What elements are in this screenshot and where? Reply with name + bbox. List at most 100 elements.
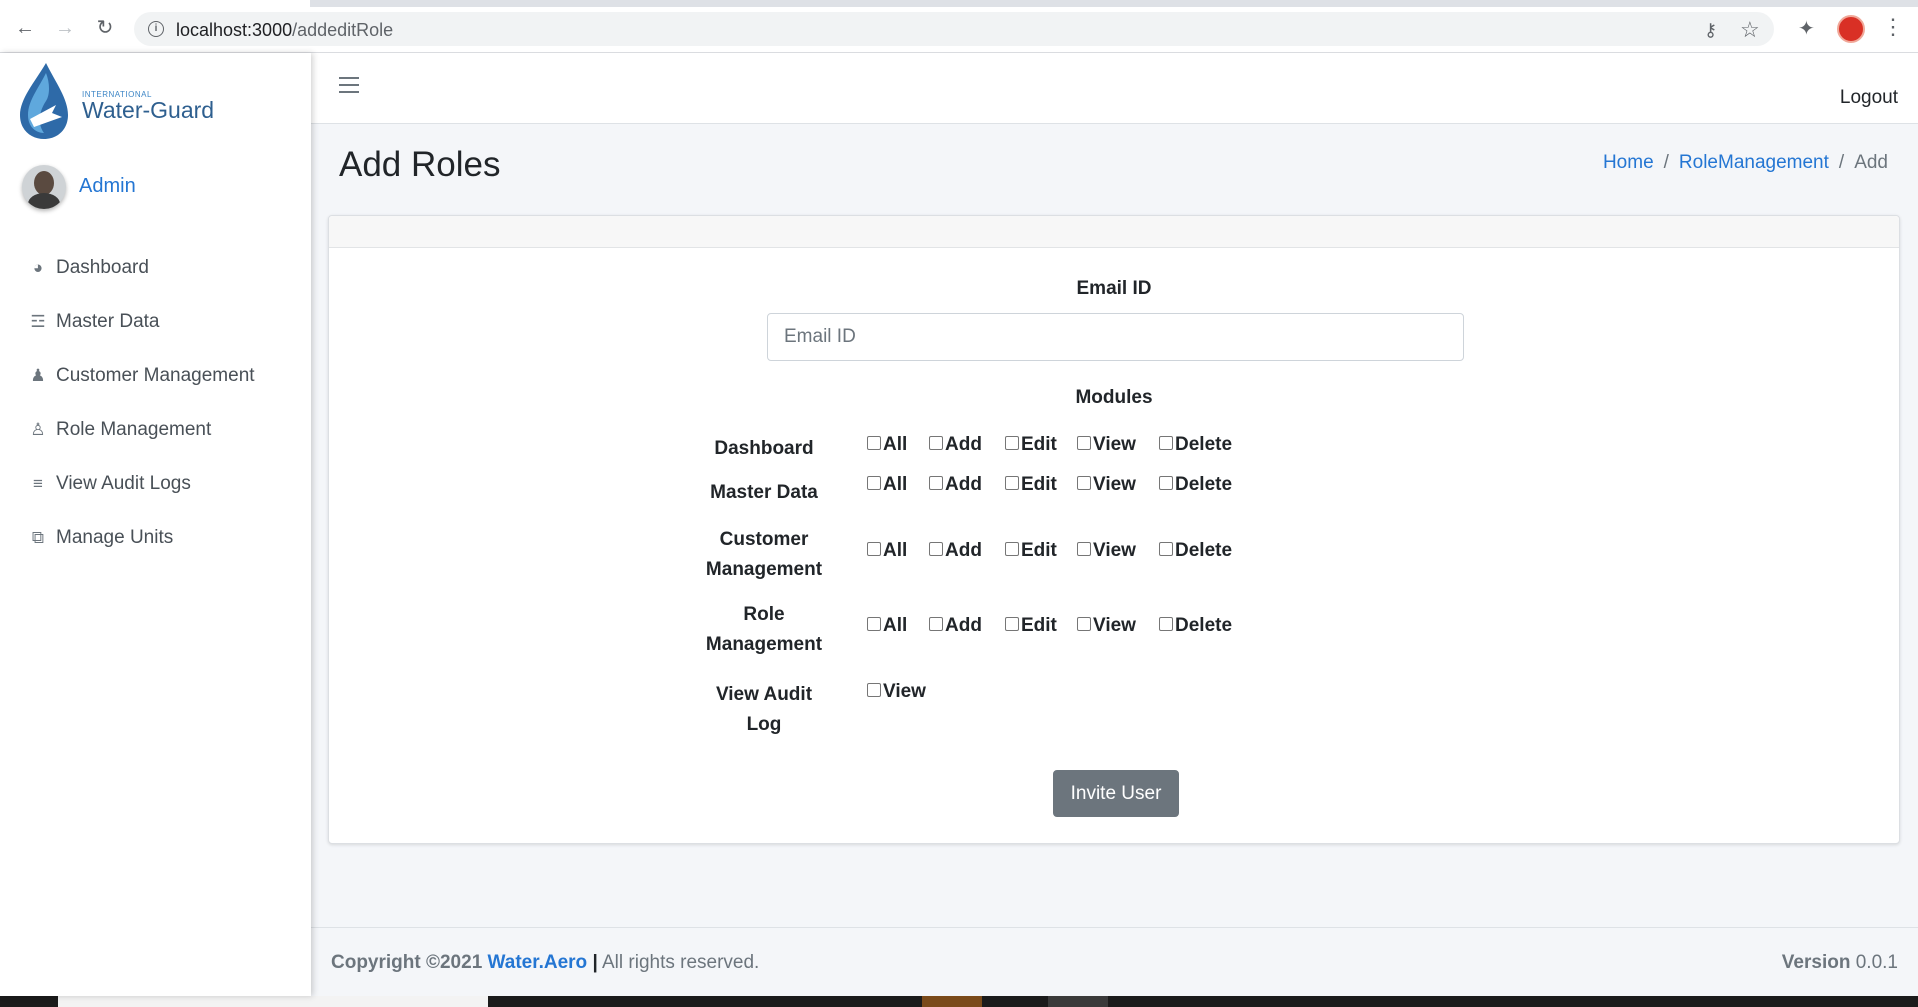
version-value: 0.0.1 [1855,952,1898,973]
checkbox[interactable] [867,617,881,631]
list-icon: ≡ [33,474,43,493]
checkbox[interactable] [1159,542,1173,556]
key-icon[interactable]: ⚷ [1704,20,1717,41]
module-name: Master Data [689,478,839,508]
extensions-puzzle-icon[interactable]: ✦ [1798,16,1815,41]
checkbox-view[interactable]: View [867,681,949,703]
sidebar-item-master-data[interactable]: ☲ Master Data [26,307,159,337]
checkbox-delete[interactable]: Delete [1159,615,1249,637]
checkbox[interactable] [1077,617,1091,631]
bookmark-star-icon[interactable]: ☆ [1740,17,1760,43]
main-header: Logout [311,53,1918,124]
checkbox[interactable] [1077,476,1091,490]
active-tab[interactable] [0,0,310,7]
checkbox-label: Delete [1175,434,1233,455]
hamburger-menu-icon[interactable] [339,77,359,93]
version-info: Version 0.0.1 [1782,952,1898,974]
checkbox-edit[interactable]: Edit [1005,540,1077,562]
sidebar-item-dashboard[interactable]: ◕ Dashboard [26,253,149,283]
checkbox-label: Delete [1175,615,1233,636]
browser-menu-icon[interactable]: ⋮ [1882,14,1904,40]
checkbox-add[interactable]: Add [929,615,1005,637]
back-arrow-icon[interactable]: ← [13,16,37,40]
forward-arrow-icon[interactable]: → [53,16,77,40]
profile-avatar-icon[interactable] [1837,15,1865,43]
checkbox-edit[interactable]: Edit [1005,615,1077,637]
sidebar-item-label: View Audit Logs [56,473,191,494]
checkbox[interactable] [867,476,881,490]
brand-name: Water-Guard [82,97,215,123]
checkbox-all[interactable]: All [867,474,929,496]
checkbox-edit[interactable]: Edit [1005,434,1077,456]
avatar[interactable] [22,165,66,209]
user-name[interactable]: Admin [79,175,136,198]
users-icon: ♟ [30,366,46,385]
checkbox-delete[interactable]: Delete [1159,540,1249,562]
module-name: Customer Management [689,525,839,585]
checkbox[interactable] [1005,617,1019,631]
sidebar-item-label: Master Data [56,311,160,332]
checkbox[interactable] [929,436,943,450]
module-name-line1: Role [743,604,785,625]
checkbox[interactable] [929,617,943,631]
checkbox[interactable] [929,476,943,490]
breadcrumb-separator: / [1838,152,1845,173]
breadcrumb-home[interactable]: Home [1603,152,1654,174]
modules-label: Modules [1075,387,1153,408]
checkbox[interactable] [1159,476,1173,490]
checkbox-delete[interactable]: Delete [1159,434,1249,456]
checkbox[interactable] [867,683,881,697]
checkbox[interactable] [867,542,881,556]
company-link[interactable]: Water.Aero [488,952,588,973]
checkbox-view[interactable]: View [1077,615,1159,637]
checkbox-add[interactable]: Add [929,540,1005,562]
permission-checks: All Add Edit View Delete [867,540,1249,562]
email-field[interactable] [767,313,1464,361]
copyright-label: Copyright ©2021 [331,952,483,973]
brand-logo[interactable]: INTERNATIONAL Water-Guard [14,61,264,141]
checkbox[interactable] [1005,476,1019,490]
checkbox-label: Add [945,540,982,561]
sidebar-item-view-audit-logs[interactable]: ≡ View Audit Logs [26,469,191,499]
checkbox-all[interactable]: All [867,615,929,637]
checkbox-add[interactable]: Add [929,434,1005,456]
checkbox-all[interactable]: All [867,434,929,456]
breadcrumb-role-management[interactable]: RoleManagement [1679,152,1829,174]
url-text[interactable]: localhost:3000/addeditRole [176,20,393,41]
page-title: Add Roles [339,145,501,184]
checkbox-view[interactable]: View [1077,474,1159,496]
sidebar-item-label: Manage Units [56,527,174,548]
checkbox-all[interactable]: All [867,540,929,562]
checkbox-view[interactable]: View [1077,540,1159,562]
checkbox-delete[interactable]: Delete [1159,474,1249,496]
checkbox[interactable] [1005,542,1019,556]
module-name-line1: Customer [719,529,809,550]
checkbox[interactable] [1159,617,1173,631]
invite-user-button[interactable]: Invite User [1053,770,1179,817]
checkbox-edit[interactable]: Edit [1005,474,1077,496]
taskbar-app-icon[interactable] [922,996,982,1007]
site-info-icon[interactable]: i [148,21,164,37]
checkbox-label: All [883,434,908,455]
reload-icon[interactable]: ↻ [93,16,117,40]
checkbox-add[interactable]: Add [929,474,1005,496]
user-tie-icon: ♙ [30,420,46,439]
checkbox-label: All [883,615,908,636]
checkbox[interactable] [1077,542,1091,556]
checkbox[interactable] [929,542,943,556]
checkbox[interactable] [1005,436,1019,450]
checkbox[interactable] [1077,436,1091,450]
checkbox[interactable] [867,436,881,450]
logout-link[interactable]: Logout [1840,87,1898,109]
browser-toolbar: ← → ↻ i localhost:3000/addeditRole ⚷ ☆ ✦… [0,0,1918,53]
checkbox-view[interactable]: View [1077,434,1159,456]
taskbar-search[interactable] [58,996,488,1007]
taskbar-app-icon[interactable] [1048,996,1108,1007]
sidebar-item-role-management[interactable]: ♙ Role Management [26,415,211,445]
sidebar-item-manage-units[interactable]: ⧉ Manage Units [26,523,173,553]
address-bar[interactable]: i localhost:3000/addeditRole ⚷ ☆ [134,12,1774,46]
checkbox-label: View [1093,615,1136,636]
water-drop-logo-icon [20,63,68,139]
checkbox[interactable] [1159,436,1173,450]
sidebar-item-customer-management[interactable]: ♟ Customer Management [26,361,254,391]
